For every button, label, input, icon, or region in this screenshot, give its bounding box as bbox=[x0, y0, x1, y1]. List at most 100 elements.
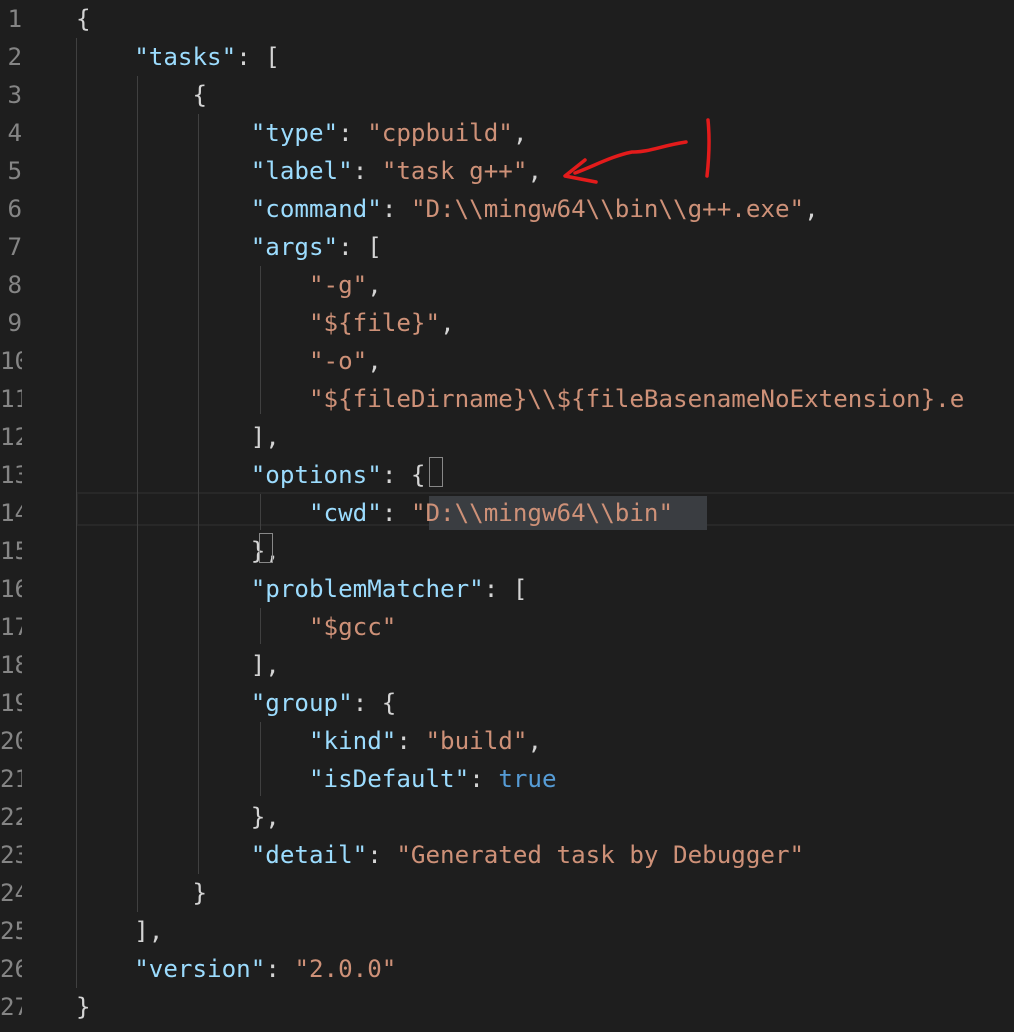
code-text: "-g", bbox=[76, 266, 382, 304]
line-number: 26 bbox=[0, 955, 22, 983]
line-number: 8 bbox=[7, 271, 22, 299]
code-token: : [ bbox=[236, 43, 280, 71]
code-token: "kind" bbox=[309, 727, 397, 755]
code-token: "args" bbox=[250, 233, 339, 261]
code-line[interactable]: 24 } bbox=[0, 874, 1014, 912]
code-token: : bbox=[381, 499, 411, 527]
code-line[interactable]: 9 "${file}", bbox=[0, 304, 1014, 342]
code-text: "-o", bbox=[76, 342, 382, 380]
code-token: "2.0.0" bbox=[294, 955, 397, 983]
code-token: "-o" bbox=[309, 347, 368, 375]
code-text: }, bbox=[76, 532, 280, 570]
code-line[interactable]: 6 "command": "D:\\mingw64\\bin\\g++.exe"… bbox=[0, 190, 1014, 228]
code-text: { bbox=[76, 76, 207, 114]
code-token: "task g++" bbox=[381, 157, 528, 185]
code-token: , bbox=[367, 271, 382, 299]
code-token: "cppbuild" bbox=[367, 119, 513, 147]
code-token: : bbox=[338, 119, 368, 147]
code-line[interactable]: 20 "kind": "build", bbox=[0, 722, 1014, 760]
code-token: "$gcc" bbox=[309, 613, 397, 641]
line-number: 6 bbox=[7, 195, 22, 223]
code-line[interactable]: 3 { bbox=[0, 76, 1014, 114]
code-line[interactable]: 27} bbox=[0, 988, 1014, 1026]
code-line[interactable]: 21 "isDefault": true bbox=[0, 760, 1014, 798]
code-text: "kind": "build", bbox=[76, 722, 542, 760]
code-text: "cwd": "D:\\mingw64\\bin" bbox=[76, 494, 673, 532]
line-number: 2 bbox=[7, 43, 22, 71]
line-number: 7 bbox=[7, 233, 22, 261]
code-line[interactable]: 5 "label": "task g++", bbox=[0, 152, 1014, 190]
line-number: 15 bbox=[0, 537, 22, 565]
code-line[interactable]: 7 "args": [ bbox=[0, 228, 1014, 266]
code-token: "isDefault" bbox=[309, 765, 470, 793]
code-token: "detail" bbox=[250, 841, 368, 869]
line-number: 21 bbox=[0, 765, 22, 793]
code-line[interactable]: 1{ bbox=[0, 0, 1014, 38]
code-line[interactable]: 17 "$gcc" bbox=[0, 608, 1014, 646]
code-line[interactable]: 18 ], bbox=[0, 646, 1014, 684]
line-number: 16 bbox=[0, 575, 22, 603]
code-line[interactable]: 12 ], bbox=[0, 418, 1014, 456]
code-line[interactable]: 19 "group": { bbox=[0, 684, 1014, 722]
line-number: 3 bbox=[7, 81, 22, 109]
code-line[interactable]: 11 "${fileDirname}\\${fileBasenameNoExte… bbox=[0, 380, 1014, 418]
code-token: : bbox=[367, 841, 397, 869]
line-number: 23 bbox=[0, 841, 22, 869]
code-line[interactable]: 22 }, bbox=[0, 798, 1014, 836]
code-editor[interactable]: 1{2 "tasks": [3 {4 "type": "cppbuild", 5 … bbox=[0, 0, 1014, 1032]
code-line[interactable]: 26 "version": "2.0.0" bbox=[0, 950, 1014, 988]
line-number: 22 bbox=[0, 803, 22, 831]
code-token: "problemMatcher" bbox=[250, 575, 484, 603]
code-line[interactable]: 14 "cwd": "D:\\mingw64\\bin" bbox=[0, 494, 1014, 532]
code-token: } bbox=[76, 879, 208, 907]
code-token: "D:\\mingw64\\bin\\g++.exe" bbox=[410, 195, 805, 223]
line-number: 9 bbox=[7, 309, 22, 337]
code-token: ], bbox=[76, 651, 280, 679]
code-token: : { bbox=[381, 461, 426, 489]
code-text: "options": { bbox=[76, 456, 426, 494]
bracket-match-open bbox=[429, 457, 443, 487]
code-token: , bbox=[367, 347, 382, 375]
code-token: ], bbox=[76, 423, 280, 451]
code-text: "$gcc" bbox=[76, 608, 396, 646]
code-line[interactable]: 10 "-o", bbox=[0, 342, 1014, 380]
code-text: ], bbox=[76, 912, 163, 950]
bracket-match-close bbox=[259, 533, 273, 563]
code-token: "command" bbox=[250, 195, 382, 223]
line-number: 17 bbox=[0, 613, 22, 641]
code-text: "args": [ bbox=[76, 228, 382, 266]
code-line[interactable]: 8 "-g", bbox=[0, 266, 1014, 304]
code-token: "${file}" bbox=[309, 309, 441, 337]
code-token: : bbox=[381, 195, 411, 223]
code-line[interactable]: 16 "problemMatcher": [ bbox=[0, 570, 1014, 608]
code-line[interactable]: 25 ], bbox=[0, 912, 1014, 950]
line-number: 4 bbox=[7, 119, 22, 147]
line-number: 20 bbox=[0, 727, 22, 755]
line-number: 18 bbox=[0, 651, 22, 679]
code-token: "Generated task by Debugger" bbox=[396, 841, 805, 869]
line-number: 25 bbox=[0, 917, 22, 945]
code-token: : bbox=[265, 955, 295, 983]
code-token: : { bbox=[352, 689, 397, 717]
code-token: "group" bbox=[250, 689, 353, 717]
code-token: "D:\\mingw64\\bin" bbox=[410, 499, 674, 527]
code-text: ], bbox=[76, 646, 280, 684]
code-line[interactable]: 4 "type": "cppbuild", bbox=[0, 114, 1014, 152]
code-token: true bbox=[498, 765, 557, 793]
code-line[interactable]: 2 "tasks": [ bbox=[0, 38, 1014, 76]
code-token: "label" bbox=[250, 157, 353, 185]
code-token: "version" bbox=[134, 955, 266, 983]
code-line[interactable]: 23 "detail": "Generated task by Debugger… bbox=[0, 836, 1014, 874]
code-token: "${fileDirname}\\${fileBasenameNoExtensi… bbox=[309, 385, 965, 413]
code-line[interactable]: 13 "options": { bbox=[0, 456, 1014, 494]
code-line[interactable]: 15 }, bbox=[0, 532, 1014, 570]
